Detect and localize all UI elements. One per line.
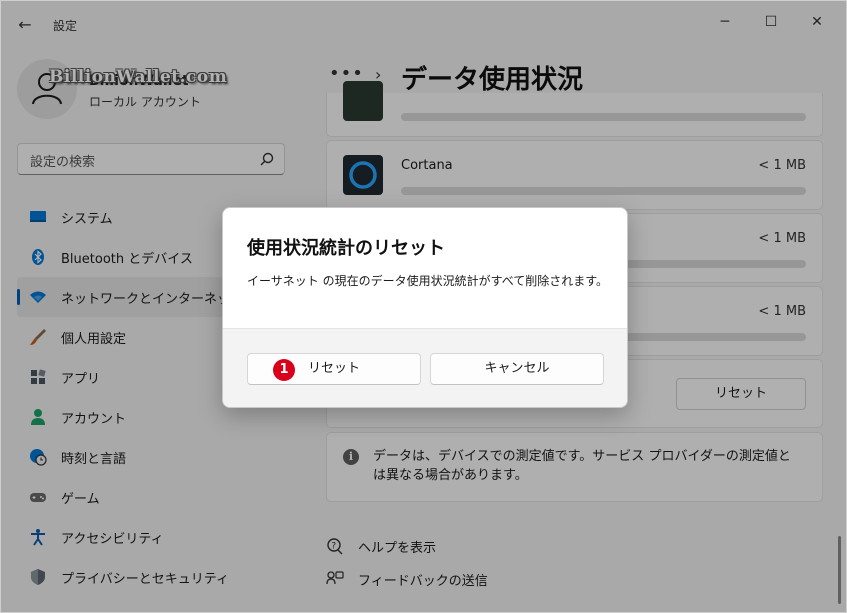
dialog-footer: 1 リセット キャンセル — [223, 328, 627, 407]
step-number-badge: 1 — [273, 359, 295, 381]
dialog-reset-button[interactable]: 1 リセット — [247, 353, 421, 385]
settings-window: ← 設定 ─ ☐ ✕ BillionWallet ローカル アカウント Bill… — [0, 0, 847, 613]
dialog-reset-label: リセット — [307, 361, 360, 376]
dialog-message: イーサネット の現在のデータ使用状況統計がすべて削除されます。 — [247, 274, 609, 288]
dialog-title: 使用状況統計のリセット — [247, 238, 445, 259]
reset-stats-dialog: 使用状況統計のリセット イーサネット の現在のデータ使用状況統計がすべて削除され… — [222, 207, 628, 408]
dialog-cancel-button[interactable]: キャンセル — [430, 353, 604, 385]
